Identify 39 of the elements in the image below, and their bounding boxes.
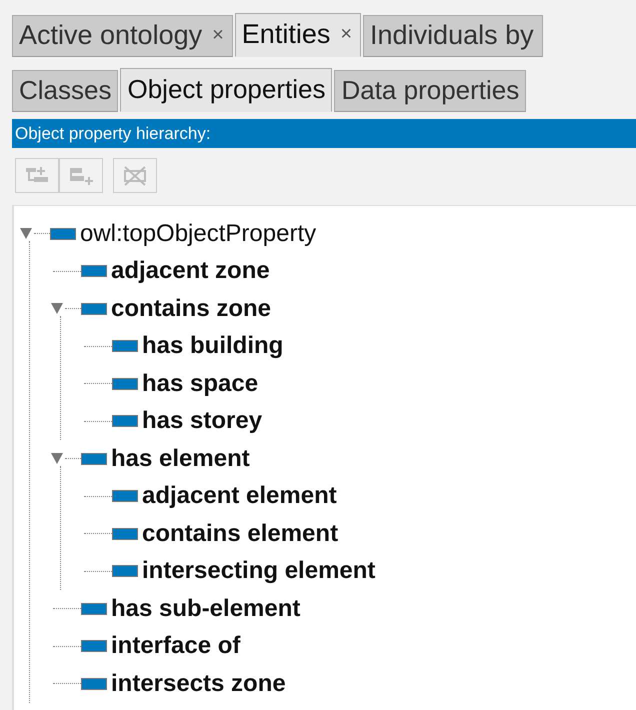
close-icon[interactable]: × <box>340 22 352 46</box>
tab[interactable]: Individuals by <box>363 15 543 57</box>
property-icon <box>81 602 107 615</box>
tree-item[interactable]: intersecting element <box>142 557 376 586</box>
tree-item[interactable]: adjacent element <box>142 482 337 510</box>
property-icon <box>112 490 138 502</box>
panel-title: Object property hierarchy: <box>15 124 211 143</box>
property-icon <box>112 565 138 578</box>
property-icon <box>112 528 138 540</box>
tab[interactable]: Data properties <box>334 70 526 112</box>
tree-item[interactable]: has space <box>142 370 258 398</box>
tree-item[interactable]: has element <box>111 444 250 473</box>
tab[interactable]: Active ontology × <box>12 15 233 57</box>
property-icon <box>112 378 138 390</box>
tree-item[interactable]: interface of <box>111 632 240 660</box>
tree-item[interactable]: has building <box>142 332 284 360</box>
tab[interactable]: Classes <box>12 70 118 112</box>
tree-item[interactable]: has storey <box>142 407 262 436</box>
property-icon <box>81 265 107 278</box>
tree-item[interactable]: contains element <box>142 520 338 548</box>
property-icon <box>112 415 138 428</box>
tree-item[interactable]: contains zone <box>111 294 272 323</box>
expand-toggle-icon[interactable] <box>51 303 63 314</box>
property-icon <box>81 640 107 652</box>
property-icon <box>81 302 107 315</box>
tab[interactable]: Entities × <box>234 13 362 57</box>
delete-icon <box>121 164 149 186</box>
property-icon <box>81 678 107 690</box>
expand-toggle-icon[interactable] <box>20 228 32 240</box>
property-icon <box>112 340 138 352</box>
tree-item[interactable]: owl:topObjectProperty <box>80 220 316 248</box>
expand-toggle-icon[interactable] <box>51 453 63 464</box>
property-icon <box>81 452 107 465</box>
close-icon[interactable]: × <box>212 24 224 46</box>
tree-item[interactable]: intersects zone <box>111 670 286 698</box>
tree-item[interactable]: adjacent zone <box>111 257 270 286</box>
property-icon <box>50 228 76 240</box>
tab[interactable]: Object properties <box>120 68 332 112</box>
tree-item[interactable]: has sub-element <box>111 594 300 623</box>
